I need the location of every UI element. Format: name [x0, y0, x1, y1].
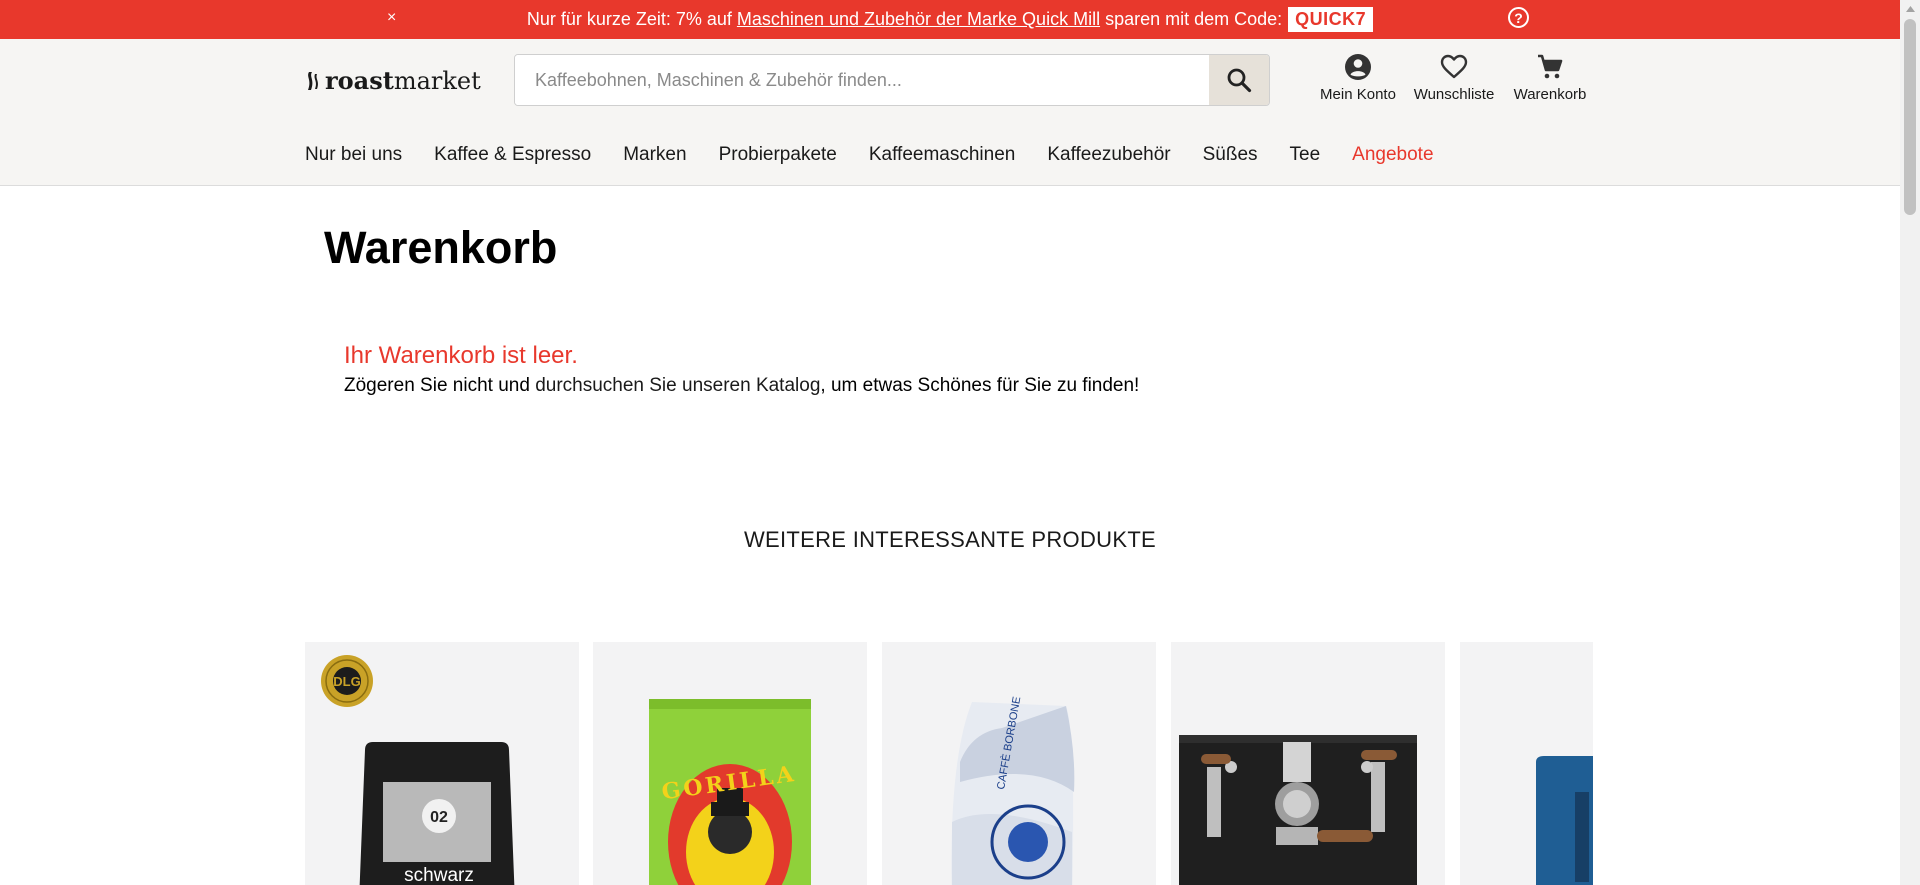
search-input[interactable] — [515, 55, 1211, 105]
empty-cart-title: Ihr Warenkorb ist leer. — [344, 342, 578, 369]
empty-cart-text-before: Zögeren Sie nicht und — [344, 375, 530, 396]
product-card[interactable] — [1171, 642, 1445, 885]
product-carousel: DLG 02 schwarz GORILLA CAFFÈ BORBONE — [305, 642, 1593, 885]
scrollbar-thumb[interactable] — [1904, 19, 1916, 215]
dlg-badge: DLG — [333, 674, 360, 689]
catalog-link[interactable]: durchsuchen Sie unseren Katalog — [535, 375, 820, 396]
nav-item-brands[interactable]: Marken — [623, 144, 686, 166]
product-image-gorilla-bag: GORILLA — [649, 699, 811, 885]
wishlist-label: Wunschliste — [1413, 86, 1495, 103]
logo[interactable]: roastmarket — [305, 66, 481, 95]
nav-item-accessories[interactable]: Kaffeezubehör — [1047, 144, 1170, 166]
nav-item-coffee-machines[interactable]: Kaffeemaschinen — [869, 144, 1015, 166]
search-icon — [1227, 68, 1252, 93]
heart-icon — [1440, 51, 1468, 83]
product-image-borbone-bag: CAFFÈ BORBONE — [951, 696, 1075, 885]
page-title: Warenkorb — [324, 222, 558, 273]
product-card[interactable] — [1460, 642, 1593, 885]
search-bar — [514, 54, 1270, 106]
main-nav: Nur bei uns Kaffee & Espresso Marken Pro… — [305, 144, 1466, 166]
logo-mark-icon — [308, 71, 318, 90]
product-card[interactable]: CAFFÈ BORBONE — [882, 642, 1156, 885]
pack-label: schwarz — [404, 865, 474, 885]
product-card[interactable]: DLG 02 schwarz — [305, 642, 579, 885]
product-image-black-bag: DLG 02 schwarz — [321, 655, 515, 885]
promo-code-badge: QUICK7 — [1288, 7, 1374, 32]
empty-cart-text-after: , um etwas Schönes für Sie zu finden! — [820, 375, 1140, 396]
empty-cart-message: Zögeren Sie nicht und durchsuchen Sie un… — [344, 375, 1139, 397]
promo-message: Nur für kurze Zeit: 7% auf Maschinen und… — [0, 0, 1900, 39]
promo-text-before: Nur für kurze Zeit: 7% auf — [526, 9, 732, 29]
nav-item-sample-packs[interactable]: Probierpakete — [719, 144, 837, 166]
cart-link[interactable]: Warenkorb — [1502, 51, 1598, 103]
promo-link[interactable]: Maschinen und Zubehör der Marke Quick Mi… — [737, 9, 1100, 30]
cart-label: Warenkorb — [1513, 86, 1587, 103]
product-card[interactable]: GORILLA — [593, 642, 867, 885]
pack-number: 02 — [430, 809, 448, 826]
logo-text-regular: market — [393, 67, 481, 95]
site-header: roastmarket Mein Konto — [0, 39, 1900, 186]
nav-item-offers[interactable]: Angebote — [1352, 144, 1433, 166]
account-icon — [1343, 51, 1373, 83]
nav-item-exclusive[interactable]: Nur bei uns — [305, 144, 402, 166]
nav-item-tea[interactable]: Tee — [1290, 144, 1321, 166]
nav-item-coffee-espresso[interactable]: Kaffee & Espresso — [434, 144, 591, 166]
nav-item-sweets[interactable]: Süßes — [1203, 144, 1258, 166]
help-icon[interactable]: ? — [1508, 7, 1529, 28]
my-account-label: Mein Konto — [1320, 86, 1396, 103]
page-scrollbar[interactable] — [1900, 0, 1920, 885]
product-image-espresso-machine — [1179, 735, 1417, 885]
wishlist-link[interactable]: Wunschliste — [1406, 51, 1502, 103]
promo-text-after: sparen mit dem Code: — [1105, 9, 1283, 29]
cart-icon — [1536, 51, 1564, 83]
account-links: Mein Konto Wunschliste Warenkorb — [1310, 51, 1598, 103]
promo-banner: × Nur für kurze Zeit: 7% auf Maschinen u… — [0, 0, 1900, 39]
logo-text: roastmarket — [325, 66, 481, 95]
scroll-up-arrow-icon[interactable] — [1900, 0, 1920, 17]
related-products-heading: WEITERE INTERESSANTE PRODUKTE — [743, 527, 1157, 552]
search-button[interactable] — [1209, 55, 1269, 105]
logo-text-bold: roast — [325, 66, 394, 95]
product-image-blue-bag — [1536, 756, 1593, 885]
my-account-link[interactable]: Mein Konto — [1310, 51, 1406, 103]
